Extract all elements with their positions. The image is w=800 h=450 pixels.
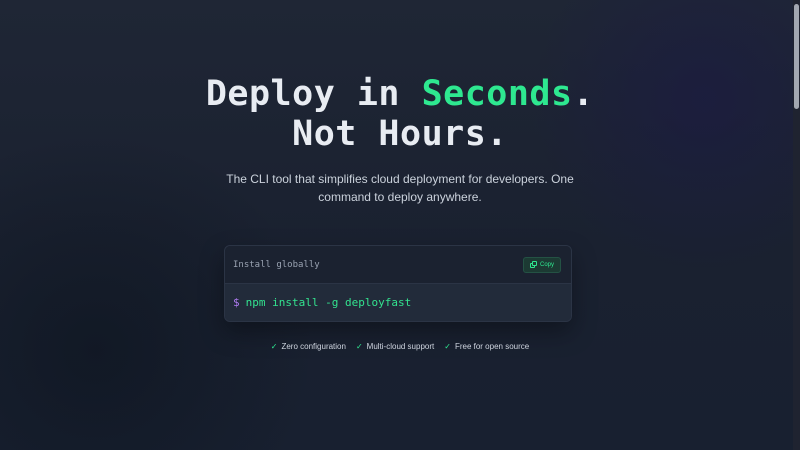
copy-label: Copy bbox=[539, 261, 554, 268]
terminal-header: Install globally Copy bbox=[225, 246, 571, 284]
check-icon: ✓ bbox=[355, 341, 363, 351]
feature-item-multi-cloud-support: ✓ Multi-cloud support bbox=[356, 342, 434, 351]
headline-accent-text: Seconds bbox=[421, 74, 573, 114]
copy-icon bbox=[529, 261, 537, 268]
landing-page: Deploy in Seconds. Not Hours. The CLI to… bbox=[0, 0, 800, 450]
hero-subtitle: The CLI tool that simplifies cloud deplo… bbox=[226, 172, 574, 204]
prompt-symbol: $ bbox=[233, 296, 240, 309]
feature-label: Multi-cloud support bbox=[366, 342, 435, 351]
feature-label: Free for open source bbox=[454, 342, 530, 351]
install-label: Install globally bbox=[233, 259, 320, 270]
check-icon: ✓ bbox=[444, 341, 451, 351]
feature-item-free-for-open-source: ✓ Free for open source bbox=[444, 342, 529, 351]
copy-button[interactable]: Copy bbox=[522, 256, 561, 273]
headline-period: . bbox=[572, 74, 595, 114]
feature-label: Zero configuration bbox=[281, 342, 346, 351]
install-command[interactable]: npm install -g deployfast bbox=[246, 296, 412, 309]
headline-line-1: Deploy in Seconds. bbox=[0, 74, 800, 114]
scrollbar-thumb[interactable] bbox=[794, 4, 799, 109]
hero-section: Deploy in Seconds. Not Hours. The CLI to… bbox=[0, 74, 800, 204]
terminal-command-line[interactable]: $ npm install -g deployfast bbox=[225, 284, 571, 321]
install-terminal: Install globally Copy $ npm install -g d… bbox=[224, 245, 572, 322]
headline-text: Deploy in bbox=[205, 74, 422, 114]
check-icon: ✓ bbox=[270, 341, 278, 351]
headline-line-2: Not Hours. bbox=[292, 114, 508, 154]
feature-list: ✓ Zero configuration ✓ Multi-cloud suppo… bbox=[0, 342, 800, 351]
vertical-scrollbar[interactable] bbox=[793, 0, 800, 450]
feature-item-zero-configuration: ✓ Zero configuration bbox=[271, 342, 346, 351]
page-title: Deploy in Seconds. Not Hours. bbox=[0, 74, 800, 154]
